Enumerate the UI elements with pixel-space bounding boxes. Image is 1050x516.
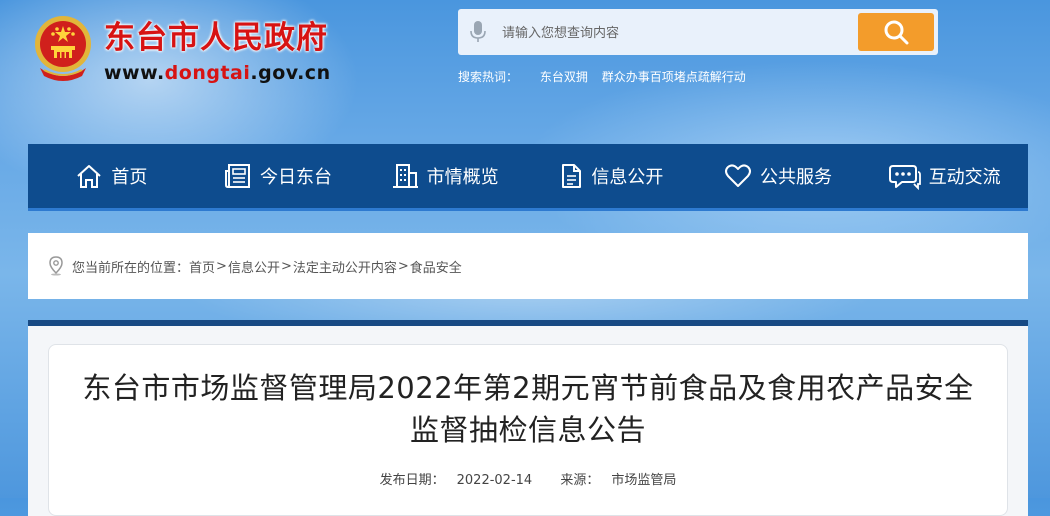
breadcrumb-separator: > [280,258,292,274]
url-highlight: dongtai [164,62,251,84]
heart-icon [725,164,752,187]
search-button[interactable] [858,13,934,51]
breadcrumb-link[interactable]: 信息公开 [228,257,280,276]
nav-item-home[interactable]: 首页 [28,144,195,208]
breadcrumb-prefix: 您当前所在的位置： [72,260,190,276]
nav-item-label: 首页 [111,167,148,188]
search-input[interactable] [500,21,854,45]
microphone-icon[interactable] [468,20,488,44]
home-icon [77,165,102,188]
building-icon [392,164,418,188]
nav-item-services[interactable]: 公共服务 [695,144,862,208]
breadcrumb-link[interactable]: 食品安全 [410,257,462,276]
nav-item-disclosure[interactable]: 信息公开 [528,144,695,208]
site-name[interactable]: 东台市人民政府 [104,18,328,58]
url-prefix: www. [104,62,165,84]
article-title: 东台市市场监督管理局2022年第2期元宵节前食品及食用农产品安全监督抽检信息公告 [82,371,974,447]
search-box [458,9,938,55]
location-pin-icon [49,256,63,276]
url-suffix: .gov.cn [250,62,331,84]
hot-word-link[interactable]: 东台双拥 [540,70,588,84]
publish-date: 2022-02-14 [456,473,533,488]
article-source: 市场监管局 [611,473,677,488]
breadcrumb-link[interactable]: 法定主动公开内容 [293,257,397,276]
source-label: 来源： [560,473,600,488]
chat-icon [888,165,921,190]
nav-item-label: 公共服务 [760,167,833,188]
nav-item-label: 市情概览 [426,167,499,188]
breadcrumb: 您当前所在的位置： 首页 > 信息公开 > 法定主动公开内容 > 食品安全 [28,233,1028,299]
nav-item-today[interactable]: 今日东台 [195,144,362,208]
hot-word-link[interactable]: 群众办事百项堵点疏解行动 [602,70,746,84]
search-icon [884,20,909,45]
nav-item-label: 今日东台 [260,167,332,188]
document-icon [562,164,582,188]
nav-item-label: 信息公开 [591,167,664,188]
main-nav: 首页 今日东台 市情概览 信息公开 公共服务 互动交流 [28,144,1028,211]
date-label: 发布日期： [379,473,445,488]
nav-item-interaction[interactable]: 互动交流 [861,144,1028,208]
hot-words-label: 搜索热词： [458,70,519,84]
article-meta: 发布日期： 2022-02-14 来源： 市场监管局 [49,469,1007,488]
breadcrumb-separator: > [216,258,227,274]
content-area: 东台市市场监督管理局2022年第2期元宵节前食品及食用农产品安全监督抽检信息公告… [28,320,1028,516]
article-card: 东台市市场监督管理局2022年第2期元宵节前食品及食用农产品安全监督抽检信息公告… [48,344,1008,516]
hot-words: 搜索热词： 东台双拥 群众办事百项堵点疏解行动 [458,68,756,85]
national-emblem-icon [30,14,96,84]
nav-item-label: 互动交流 [928,167,1001,188]
breadcrumb-link[interactable]: 首页 [189,257,215,276]
newspaper-icon [225,164,250,188]
nav-item-overview[interactable]: 市情概览 [361,144,528,208]
breadcrumb-separator: > [397,258,409,274]
site-url[interactable]: www.dongtai.gov.cn [104,62,331,84]
